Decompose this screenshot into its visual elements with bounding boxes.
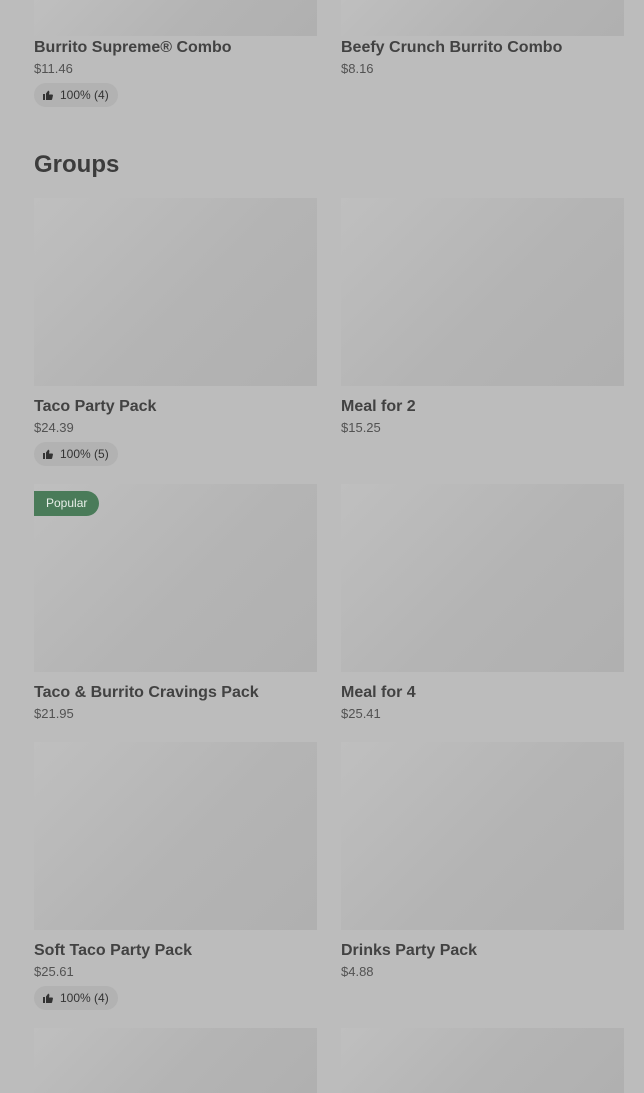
menu-item-card[interactable] [341, 1028, 624, 1093]
rating-text: 100% (4) [60, 88, 109, 102]
thumbs-up-icon [43, 449, 53, 459]
item-image [341, 0, 624, 36]
item-price: $24.39 [34, 420, 74, 435]
groups-row: Taco Party Pack $24.39 100% (5) Meal for… [34, 198, 624, 466]
item-image [341, 1028, 624, 1093]
item-image [341, 742, 624, 930]
menu-item-card[interactable]: Meal for 4 $25.41 [341, 484, 624, 722]
item-name: Drinks Party Pack [341, 942, 478, 959]
item-image [34, 742, 317, 930]
item-image [34, 198, 317, 386]
item-image [34, 1028, 317, 1093]
thumbs-up-icon [43, 993, 53, 1003]
item-image: Popular [34, 484, 317, 672]
item-price: $25.41 [341, 706, 381, 721]
item-price: $25.61 [34, 964, 74, 979]
top-row-grid: Burrito Supreme® Combo $11.46 100% (4) B… [34, 0, 624, 107]
rating-badge: 100% (4) [34, 83, 118, 107]
groups-row [34, 1028, 624, 1093]
item-price: $8.16 [341, 61, 374, 76]
rating-text: 100% (5) [60, 447, 109, 461]
item-name: Meal for 2 [341, 398, 416, 415]
menu-item-card[interactable]: Popular Taco & Burrito Cravings Pack $21… [34, 484, 317, 722]
groups-row: Popular Taco & Burrito Cravings Pack $21… [34, 484, 624, 722]
item-image [341, 484, 624, 672]
item-price: $4.88 [341, 964, 374, 979]
menu-item-card[interactable]: Burrito Supreme® Combo $11.46 100% (4) [34, 0, 317, 107]
popular-badge: Popular [34, 491, 100, 516]
rating-badge: 100% (5) [34, 442, 118, 466]
rating-text: 100% (4) [60, 991, 109, 1005]
item-name: Soft Taco Party Pack [34, 942, 192, 959]
item-image [341, 198, 624, 386]
menu-item-card[interactable]: Soft Taco Party Pack $25.61 100% (4) [34, 742, 317, 1010]
thumbs-up-icon [43, 90, 53, 100]
item-price: $11.46 [34, 61, 73, 76]
item-name: Burrito Supreme® Combo [34, 39, 232, 56]
groups-row: Soft Taco Party Pack $25.61 100% (4) Dri… [34, 742, 624, 1010]
item-name: Beefy Crunch Burrito Combo [341, 39, 563, 56]
menu-item-card[interactable] [34, 1028, 317, 1093]
menu-item-card[interactable]: Drinks Party Pack $4.88 [341, 742, 624, 1010]
item-name: Meal for 4 [341, 684, 416, 701]
item-name: Taco Party Pack [34, 398, 157, 415]
menu-item-card[interactable]: Meal for 2 $15.25 [341, 198, 624, 466]
menu-item-card[interactable]: Beefy Crunch Burrito Combo $8.16 [341, 0, 624, 107]
item-name: Taco & Burrito Cravings Pack [34, 684, 259, 701]
item-price: $21.95 [34, 706, 74, 721]
item-image [34, 0, 317, 36]
menu-item-card[interactable]: Taco Party Pack $24.39 100% (5) [34, 198, 317, 466]
section-title-groups: Groups [34, 151, 120, 178]
item-price: $15.25 [341, 420, 381, 435]
rating-badge: 100% (4) [34, 986, 118, 1010]
